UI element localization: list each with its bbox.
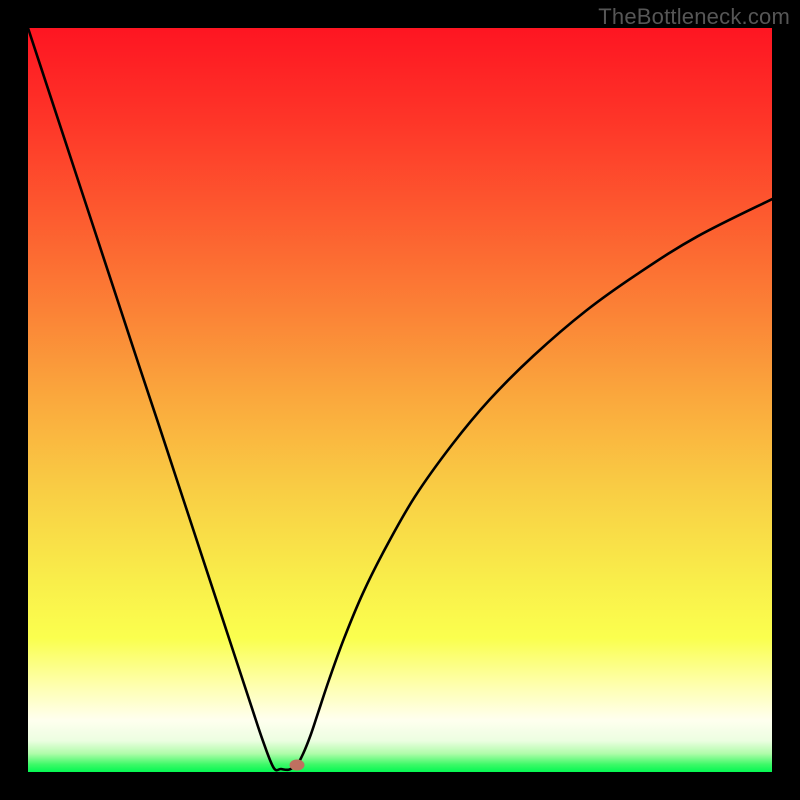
optimal-point-marker <box>290 760 305 771</box>
plot-area <box>28 28 772 772</box>
bottleneck-curve <box>28 28 772 772</box>
chart-frame: TheBottleneck.com <box>0 0 800 800</box>
watermark-text: TheBottleneck.com <box>598 4 790 30</box>
